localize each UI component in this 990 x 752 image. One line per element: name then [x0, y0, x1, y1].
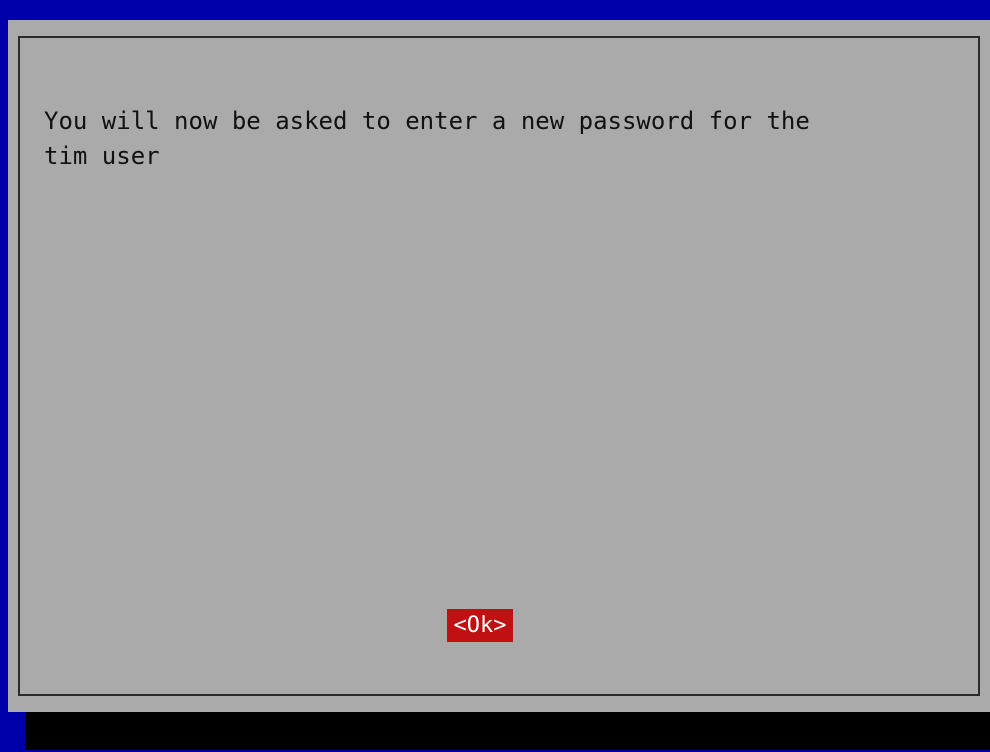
- password-info-dialog: You will now be asked to enter a new pas…: [8, 20, 990, 712]
- dialog-frame: You will now be asked to enter a new pas…: [18, 36, 980, 696]
- bottom-black-bar: [25, 712, 990, 750]
- bottom-left-blue-strip: [0, 712, 25, 752]
- ok-button[interactable]: <Ok>: [447, 609, 513, 642]
- top-blue-bar: [0, 0, 990, 20]
- dialog-message: You will now be asked to enter a new pas…: [44, 107, 810, 170]
